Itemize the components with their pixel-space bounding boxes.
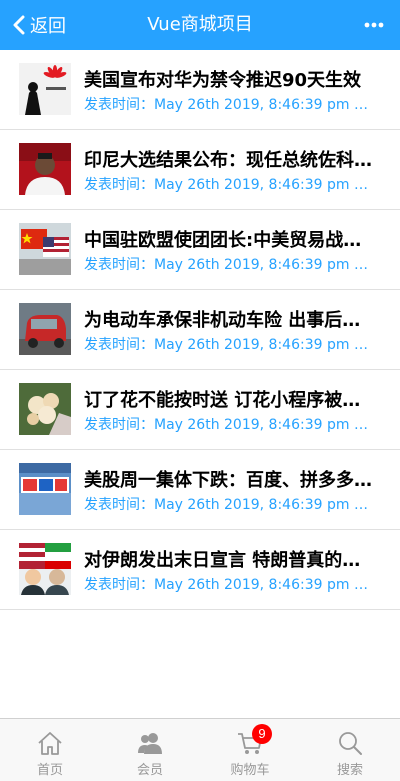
back-label: 返回 <box>30 16 66 36</box>
news-item[interactable]: 订了花不能按时送 订花小程序被投诉 发表时间：May 26th 2019, 8:… <box>0 370 400 450</box>
search-icon <box>339 732 362 755</box>
news-item[interactable]: 美国宣布对华为禁令推迟90天生效 发表时间：May 26th 2019, 8:4… <box>0 50 400 130</box>
cart-badge: 9 <box>252 724 272 744</box>
tab-member[interactable]: 会员 <box>100 719 200 781</box>
news-meta: 发表时间：May 26th 2019, 8:46:39 pm 点击：0 <box>84 177 378 193</box>
news-title: 为电动车承保非机动车险 出事后保险拒赔 <box>84 310 378 331</box>
tab-home-label: 首页 <box>36 763 63 778</box>
tab-search-label: 搜索 <box>336 763 363 778</box>
news-thumbnail-flowers <box>19 383 71 435</box>
news-thumbnail-huawei <box>19 63 71 115</box>
news-meta: 发表时间：May 26th 2019, 8:46:39 pm 点击：0 <box>84 497 378 513</box>
member-icon <box>138 733 162 754</box>
news-title: 中国驻欧盟使团团长:中美贸易战无赢家 <box>84 230 378 251</box>
news-meta: 发表时间：May 26th 2019, 8:46:39 pm 点击：0 <box>84 577 378 593</box>
news-title: 对伊朗发出末日宣言 特朗普真的要开战吗 <box>84 550 378 571</box>
news-item[interactable]: 中国驻欧盟使团团长:中美贸易战无赢家 发表时间：May 26th 2019, 8… <box>0 210 400 290</box>
news-meta: 发表时间：May 26th 2019, 8:46:39 pm 点击：0 <box>84 417 378 433</box>
more-dots-icon <box>364 22 384 28</box>
home-icon <box>38 732 62 755</box>
news-thumbnail-flags-people <box>19 543 71 595</box>
tab-search[interactable]: 搜索 <box>300 719 400 781</box>
tab-member-label: 会员 <box>136 763 163 778</box>
more-button[interactable] <box>360 0 388 50</box>
news-meta: 发表时间：May 26th 2019, 8:46:39 pm 点击：0 <box>84 97 378 113</box>
chevron-left-icon <box>13 15 25 35</box>
news-meta: 发表时间：May 26th 2019, 8:46:39 pm 点击：0 <box>84 257 378 273</box>
news-item[interactable]: 为电动车承保非机动车险 出事后保险拒赔 发表时间：May 26th 2019, … <box>0 290 400 370</box>
news-title: 美股周一集体下跌：百度、拼多多领跌 <box>84 470 378 491</box>
news-item[interactable]: 对伊朗发出末日宣言 特朗普真的要开战吗 发表时间：May 26th 2019, … <box>0 530 400 610</box>
news-title: 印尼大选结果公布：现任总统佐科胜选连任 <box>84 150 378 171</box>
tab-cart-label: 购物车 <box>230 763 270 778</box>
news-meta: 发表时间：May 26th 2019, 8:46:39 pm 点击：0 <box>84 337 378 353</box>
news-title: 美国宣布对华为禁令推迟90天生效 <box>84 70 362 91</box>
news-thumbnail-baidu <box>19 463 71 515</box>
app-header: 返回 Vue商城项目 <box>0 0 400 50</box>
news-thumbnail-portrait <box>19 143 71 195</box>
bottom-tabbar: 首页 会员 9 购物车 搜索 <box>0 718 400 781</box>
news-list: 美国宣布对华为禁令推迟90天生效 发表时间：May 26th 2019, 8:4… <box>0 50 400 610</box>
news-thumbnail-red-car <box>19 303 71 355</box>
news-title: 订了花不能按时送 订花小程序被投诉 <box>84 390 378 411</box>
tab-home[interactable]: 首页 <box>0 719 100 781</box>
tab-cart[interactable]: 9 购物车 <box>200 719 300 781</box>
back-button[interactable]: 返回 <box>12 0 66 50</box>
news-item[interactable]: 印尼大选结果公布：现任总统佐科胜选连任 发表时间：May 26th 2019, … <box>0 130 400 210</box>
news-thumbnail-flags <box>19 223 71 275</box>
news-item[interactable]: 美股周一集体下跌：百度、拼多多领跌 发表时间：May 26th 2019, 8:… <box>0 450 400 530</box>
